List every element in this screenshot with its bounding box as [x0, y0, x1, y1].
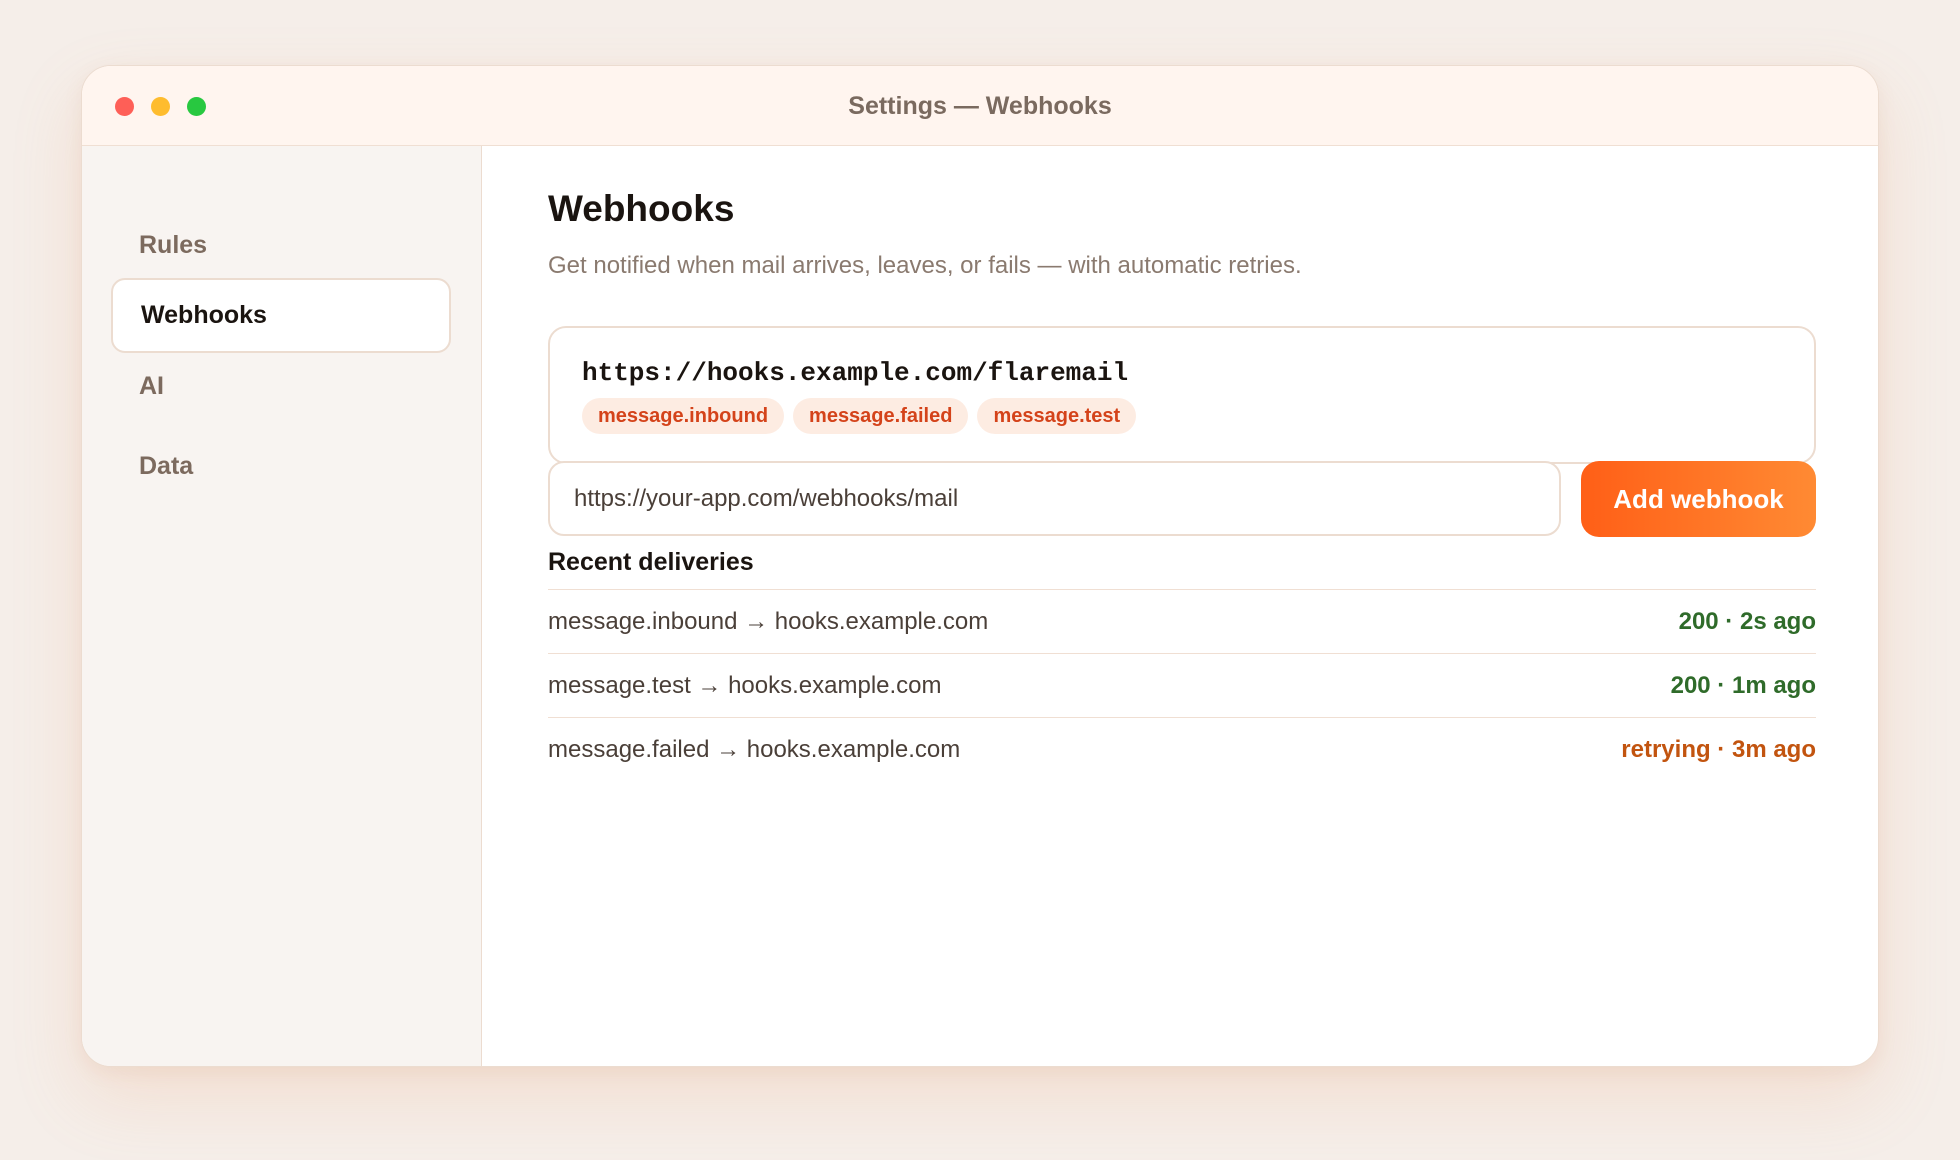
window-title: Settings — Webhooks: [848, 92, 1112, 120]
event-tag: message.inbound: [582, 398, 785, 434]
delivery-row[interactable]: message.failed → hooks.example.com retry…: [548, 717, 1816, 781]
sidebar-item-ai[interactable]: AI: [111, 349, 451, 424]
delivery-row[interactable]: message.test → hooks.example.com 200 · 1…: [548, 653, 1816, 717]
delivery-status: retrying · 3m ago: [1621, 735, 1816, 763]
webhook-card[interactable]: https://hooks.example.com/flaremail mess…: [548, 326, 1816, 464]
recent-deliveries-heading: Recent deliveries: [548, 548, 754, 576]
webhook-url: https://hooks.example.com/flaremail: [582, 358, 1129, 388]
event-tag: message.test: [977, 398, 1137, 434]
page-title: Webhooks: [548, 188, 735, 229]
event-tag: message.failed: [793, 398, 969, 434]
sidebar-item-data[interactable]: Data: [111, 429, 451, 504]
settings-window: Settings — Webhooks Rules Webhooks AI Da…: [81, 65, 1879, 1067]
delivery-row[interactable]: message.inbound → hooks.example.com 200 …: [548, 589, 1816, 653]
page-subtitle: Get notified when mail arrives, leaves, …: [548, 252, 1302, 279]
delivery-description: message.inbound → hooks.example.com: [548, 607, 989, 635]
main-content: Webhooks Get notified when mail arrives,…: [482, 146, 1878, 1066]
deliveries-list: message.inbound → hooks.example.com 200 …: [548, 589, 1816, 781]
delivery-description: message.test → hooks.example.com: [548, 671, 942, 699]
sidebar-item-webhooks[interactable]: Webhooks: [111, 278, 451, 353]
add-webhook-button[interactable]: Add webhook: [1581, 461, 1816, 537]
delivery-status: 200 · 2s ago: [1678, 607, 1816, 635]
sidebar-item-rules[interactable]: Rules: [111, 208, 451, 283]
delivery-description: message.failed → hooks.example.com: [548, 735, 961, 763]
delivery-status: 200 · 1m ago: [1670, 671, 1816, 699]
sidebar: Rules Webhooks AI Data: [82, 146, 482, 1066]
event-tags: message.inbound message.failed message.t…: [582, 398, 1137, 434]
webhook-url-input[interactable]: [548, 461, 1561, 536]
title-bar: Settings — Webhooks: [82, 66, 1878, 146]
